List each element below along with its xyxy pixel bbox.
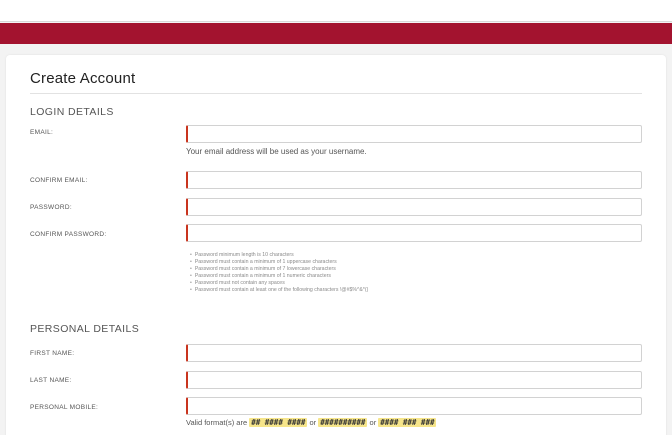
- mobile-format-prefix: Valid format(s) are: [186, 418, 248, 427]
- confirm-email-field[interactable]: [186, 171, 642, 189]
- email-help-text: Your email address will be used as your …: [186, 147, 367, 156]
- brand-bar: [0, 23, 672, 44]
- last-name-field[interactable]: [186, 371, 642, 389]
- confirm-password-field[interactable]: [186, 224, 642, 242]
- password-rule: Password must contain a minimum of 7 low…: [190, 266, 368, 273]
- confirm-password-label: CONFIRM PASSWORD:: [30, 231, 107, 238]
- confirm-email-label: CONFIRM EMAIL:: [30, 177, 88, 184]
- password-rule: Password must contain a minimum of 1 upp…: [190, 259, 368, 266]
- password-rule: Password must not contain any spaces: [190, 280, 368, 287]
- first-name-label: FIRST NAME:: [30, 350, 75, 357]
- password-rules-list: Password minimum length is 10 characters…: [190, 252, 369, 295]
- email-label: EMAIL:: [30, 129, 54, 136]
- password-rule: Password must contain a minimum of 1 num…: [190, 273, 368, 280]
- mobile-format-example: ##########: [318, 418, 368, 427]
- top-header-bar: [0, 0, 672, 22]
- login-details-heading: LOGIN DETAILS: [30, 106, 114, 118]
- password-rule: Password must contain at least one of th…: [190, 287, 369, 294]
- password-rule: Password minimum length is 10 characters: [190, 252, 368, 259]
- page-title: Create Account: [30, 70, 136, 87]
- mobile-format-example: #### ### ###: [378, 418, 437, 427]
- personal-mobile-field[interactable]: [186, 397, 642, 415]
- password-label: PASSWORD:: [30, 204, 72, 211]
- personal-mobile-label: PERSONAL MOBILE:: [30, 404, 99, 411]
- first-name-field[interactable]: [186, 344, 642, 362]
- title-divider: [30, 93, 642, 94]
- last-name-label: LAST NAME:: [30, 377, 72, 384]
- personal-details-heading: PERSONAL DETAILS: [30, 323, 140, 335]
- email-field[interactable]: [186, 125, 642, 143]
- mobile-format-example: ## #### ####: [249, 418, 308, 427]
- or-word: or: [369, 418, 377, 427]
- mobile-format-help: Valid format(s) are ## #### #### or ####…: [186, 418, 437, 427]
- or-word: or: [309, 418, 317, 427]
- password-field[interactable]: [186, 198, 642, 216]
